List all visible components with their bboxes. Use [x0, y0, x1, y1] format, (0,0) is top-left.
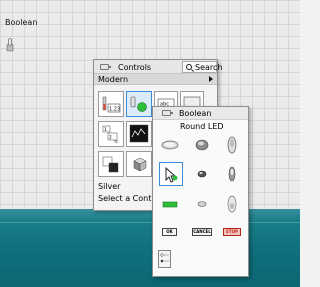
svg-text:2: 2	[109, 135, 112, 141]
silver-category[interactable]: Silver	[98, 182, 120, 191]
controls-titlebar[interactable]: Controls Search	[94, 60, 222, 74]
numeric-category-icon[interactable]: 1.23	[98, 91, 124, 117]
boolean-titlebar[interactable]: Boolean	[153, 107, 248, 120]
path-category-icon[interactable]: 1 2 TC	[98, 121, 124, 147]
radio-buttons-icon[interactable]	[158, 250, 171, 268]
push-button-icon[interactable]	[159, 162, 183, 186]
category-label: Modern	[98, 75, 129, 84]
rocker-switch-icon[interactable]	[191, 163, 213, 185]
stop-button-label: STOP	[226, 229, 238, 234]
expand-arrow-icon[interactable]	[209, 76, 213, 82]
hover-tooltip: Round LED	[180, 122, 224, 131]
svg-text:1.23: 1.23	[109, 107, 120, 113]
pin-icon[interactable]	[162, 110, 173, 116]
cancel-button-control[interactable]: CANCEL	[191, 221, 213, 243]
svg-text:1: 1	[104, 127, 107, 133]
category-modern[interactable]: Modern	[94, 74, 217, 85]
stop-button-control[interactable]: STOP	[221, 221, 243, 243]
svg-text:TC: TC	[113, 140, 119, 144]
toggle-button-icon[interactable]	[191, 193, 213, 215]
divider	[0, 222, 300, 223]
round-led-icon[interactable]	[191, 134, 213, 156]
square-led-icon[interactable]	[159, 193, 181, 215]
horizontal-toggle-icon[interactable]	[221, 193, 243, 215]
search-icon	[186, 64, 192, 70]
ok-button-label: OK	[166, 229, 173, 234]
io-category-icon[interactable]	[98, 151, 124, 177]
ok-button-control[interactable]: OK	[159, 221, 181, 243]
cancel-button-label: CANCEL	[193, 229, 211, 234]
boolean-palette[interactable]: Boolean Round LED OK CANCEL STOP	[152, 106, 249, 277]
controls-title: Controls	[118, 63, 152, 72]
block-diagram-area	[0, 209, 300, 287]
boolean-title: Boolean	[179, 109, 212, 118]
pin-icon[interactable]	[100, 64, 111, 70]
search-label: Search	[195, 63, 223, 72]
search-button[interactable]: Search	[182, 61, 222, 73]
boolean-control-label: Boolean	[5, 18, 38, 27]
decorations-category-icon[interactable]	[126, 151, 152, 177]
slide-switch-icon[interactable]	[221, 163, 243, 185]
vertical-toggle-icon[interactable]	[221, 134, 243, 156]
flat-button-icon[interactable]	[159, 134, 181, 156]
toggle-switch-icon[interactable]	[6, 38, 14, 52]
boolean-category-icon[interactable]	[126, 91, 152, 117]
graph-category-icon[interactable]	[126, 121, 152, 147]
